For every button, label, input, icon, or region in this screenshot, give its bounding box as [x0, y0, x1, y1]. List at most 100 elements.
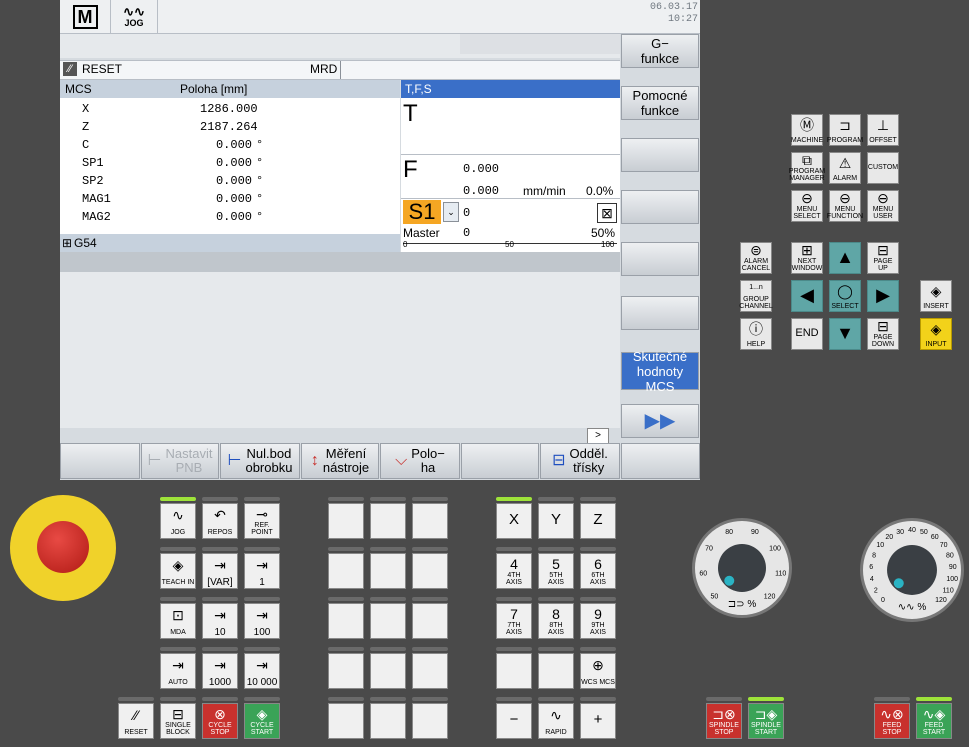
hsoftkey-empty-6[interactable] [461, 443, 539, 479]
softkey-empty-6[interactable] [621, 296, 699, 330]
dial-knob[interactable] [887, 545, 937, 595]
etc-indicator[interactable]: > [587, 428, 609, 444]
dial-knob[interactable] [718, 544, 766, 592]
custom-key[interactable]: CUSTOM [867, 152, 899, 184]
alarm-key[interactable]: ⚠ ALARM [829, 152, 861, 184]
group-channel-key[interactable]: 1...n GROUP CHANNEL [739, 280, 773, 312]
hsoftkey-mereni-nastroje[interactable]: ↕ Měření nástroje [301, 443, 379, 479]
blank-key[interactable] [328, 603, 364, 639]
cycle-start-key[interactable]: ◈ CYCLE START [244, 703, 280, 739]
menu-function-key[interactable]: ⊖ MENU FUNCTION [827, 190, 863, 222]
inc-1-key[interactable]: ⇥ 1 [244, 553, 280, 589]
auto-key[interactable]: ⇥ AUTO [160, 653, 196, 689]
hsoftkey-oddel-trisky[interactable]: ⊟ Odděl. třísky [540, 443, 620, 479]
input-key[interactable]: ◈ INPUT [920, 318, 952, 350]
blank-key[interactable] [496, 653, 532, 689]
hsoftkey-nulbod-obrobku[interactable]: ⊢ Nul.bod obrobku [220, 443, 300, 479]
hsoftkey-nastavit-pnb[interactable]: ⊢ Nastavit PNB [141, 443, 219, 479]
blank-key[interactable] [370, 603, 406, 639]
axis-x-key[interactable]: X [496, 503, 532, 539]
blank-key[interactable] [412, 503, 448, 539]
minus-key[interactable]: − [496, 703, 532, 739]
hsoftkey-poloha[interactable]: ⌵ Polo− ha [380, 443, 460, 479]
end-key[interactable]: END [791, 318, 823, 350]
offset-key[interactable]: ⊥ OFFSET [867, 114, 899, 146]
blank-key[interactable] [370, 503, 406, 539]
plus-key[interactable]: + [580, 703, 616, 739]
inc-1000-key[interactable]: ⇥ 1000 [202, 653, 238, 689]
spindle-start-key[interactable]: ⊐◈ SPINDLE START [748, 703, 784, 739]
inc-10-key[interactable]: ⇥ 10 [202, 603, 238, 639]
blank-key[interactable] [538, 653, 574, 689]
blank-key[interactable] [370, 553, 406, 589]
axis-9-key[interactable]: 9 9TH AXIS [580, 603, 616, 639]
program-key[interactable]: ⊐ PROGRAM [827, 114, 863, 146]
jog-key[interactable]: ∿ JOG [160, 503, 196, 539]
menu-user-key[interactable]: ⊖ MENU USER [867, 190, 899, 222]
mda-icon: ⊡ [172, 607, 184, 623]
alarm-cancel-key[interactable]: ⊜ ALARM CANCEL [740, 242, 772, 274]
blank-key[interactable] [412, 653, 448, 689]
teach-in-key[interactable]: ◈ TEACH IN [160, 553, 196, 589]
dial-tick-label: 10 [876, 542, 884, 549]
reset-key[interactable]: ⁄⁄ RESET [118, 703, 154, 739]
spindle-stop-key[interactable]: ⊐⊗ SPINDLE STOP [706, 703, 742, 739]
insert-key[interactable]: ◈ INSERT [920, 280, 952, 312]
axis-y-key[interactable]: Y [538, 503, 574, 539]
axis-z-key[interactable]: Z [580, 503, 616, 539]
softkey-empty-3[interactable] [621, 138, 699, 172]
arrow-left-key[interactable]: ◀ [791, 280, 823, 312]
arrow-up-key[interactable]: ▲ [829, 242, 861, 274]
blank-key[interactable] [370, 653, 406, 689]
machine-key[interactable]: Ⓜ MACHINE [791, 114, 823, 146]
softkey-next[interactable]: ▶▶ [621, 404, 699, 438]
softkey-empty-5[interactable] [621, 242, 699, 276]
hsoftkey-empty-1[interactable] [60, 443, 140, 479]
inc-10000-key[interactable]: ⇥ 10 000 [244, 653, 280, 689]
hsoftkey-empty-8[interactable] [621, 443, 700, 479]
softkey-g-funkce[interactable]: G− funkce [621, 34, 699, 68]
repos-key[interactable]: ↶ REPOS [202, 503, 238, 539]
blank-key[interactable] [328, 703, 364, 739]
axis-4-key[interactable]: 4 4TH AXIS [496, 553, 532, 589]
blank-key[interactable] [412, 703, 448, 739]
blank-key[interactable] [328, 653, 364, 689]
spindle-dropdown-chevron-icon[interactable]: ⌄ [443, 202, 459, 222]
page-down-key[interactable]: ⊟ PAGE DOWN [867, 318, 899, 350]
ref-point-key[interactable]: ⊸ REF. POINT [244, 503, 280, 539]
menu-select-key[interactable]: ⊖ MENU SELECT [791, 190, 823, 222]
emergency-stop-button[interactable] [37, 521, 89, 573]
mda-key[interactable]: ⊡ MDA [160, 603, 196, 639]
var-increment-key[interactable]: ⇥ [VAR] [202, 553, 238, 589]
next-window-key[interactable]: ⊞ NEXT WINDOW [791, 242, 823, 274]
increment-icon: ⇥ [214, 607, 226, 623]
rapid-key[interactable]: ∿ RAPID [538, 703, 574, 739]
machine-area-button[interactable]: M [60, 0, 111, 33]
blank-key[interactable] [328, 553, 364, 589]
blank-key[interactable] [328, 503, 364, 539]
softkey-empty-4[interactable] [621, 190, 699, 224]
axis-7-key[interactable]: 7 7TH AXIS [496, 603, 532, 639]
single-block-key[interactable]: ⊟ SINGLE BLOCK [160, 703, 196, 739]
blank-key[interactable] [370, 703, 406, 739]
feed-stop-key[interactable]: ∿⊗ FEED STOP [874, 703, 910, 739]
softkey-pomocne-funkce[interactable]: Pomocné funkce [621, 86, 699, 120]
blank-key[interactable] [412, 603, 448, 639]
inc-100-key[interactable]: ⇥ 100 [244, 603, 280, 639]
help-key[interactable]: ⓘ HELP [740, 318, 772, 350]
softkey-skutecne-hodnoty[interactable]: Skutečné hodnoty MCS [621, 349, 699, 394]
program-manager-key[interactable]: ⧉ PROGRAM MANAGER [789, 152, 825, 184]
wcs-mcs-key[interactable]: ⊕ WCS MCS [580, 653, 616, 689]
axis-5-key[interactable]: 5 5TH AXIS [538, 553, 574, 589]
spindle-override-dial[interactable]: 50 60 70 80 90 100 110 120 ⊐⊃ % [692, 518, 792, 618]
blank-key[interactable] [412, 553, 448, 589]
feed-start-key[interactable]: ∿◈ FEED START [916, 703, 952, 739]
axis-8-key[interactable]: 8 8TH AXIS [538, 603, 574, 639]
feed-override-dial[interactable]: 0 2 4 6 8 10 20 30 40 50 60 70 80 90 100 110 120 ∿∿ % [860, 518, 964, 622]
cycle-stop-key[interactable]: ⊗ CYCLE STOP [202, 703, 238, 739]
axis-6-key[interactable]: 6 6TH AXIS [580, 553, 616, 589]
select-key[interactable]: ◯ SELECT [829, 280, 861, 312]
page-up-key[interactable]: ⊟ PAGE UP [867, 242, 899, 274]
arrow-right-key[interactable]: ▶ [867, 280, 899, 312]
arrow-down-key[interactable]: ▼ [829, 318, 861, 350]
